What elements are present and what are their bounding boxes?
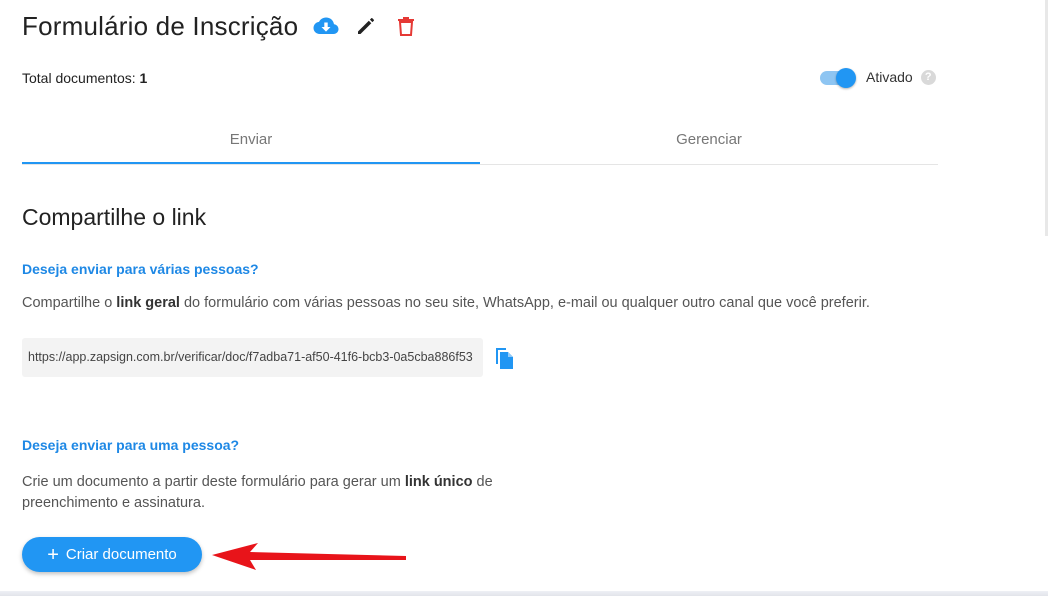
single-text-before: Crie um documento a partir deste formulá… xyxy=(22,474,405,490)
help-icon[interactable]: ? xyxy=(920,69,936,85)
page-title: Formulário de Inscrição xyxy=(22,10,299,41)
active-toggle[interactable] xyxy=(820,68,856,88)
total-documents-value: 1 xyxy=(139,70,148,86)
tab-enviar[interactable]: Enviar xyxy=(22,118,480,164)
status-toggle-group: Ativado ? xyxy=(820,68,936,88)
create-document-label: Criar documento xyxy=(65,546,177,563)
plus-icon: + xyxy=(47,543,59,566)
cloud-download-icon[interactable] xyxy=(312,12,340,40)
single-send-description: Crie um documento a partir deste formulá… xyxy=(22,472,552,514)
share-link-row: https://app.zapsign.com.br/verificar/doc… xyxy=(22,338,517,377)
tab-gerenciar[interactable]: Gerenciar xyxy=(480,118,938,164)
multi-text-before: Compartilhe o xyxy=(22,295,117,311)
page-header: Formulário de Inscrição xyxy=(22,6,432,46)
share-section-title: Compartilhe o link xyxy=(22,204,207,230)
total-documents-label: Total documentos: xyxy=(22,70,136,86)
multi-send-description: Compartilhe o link geral do formulário c… xyxy=(22,293,952,314)
single-text-bold: link único xyxy=(404,474,473,490)
multi-send-question: Deseja enviar para várias pessoas? xyxy=(22,261,259,277)
create-document-button[interactable]: + Criar documento xyxy=(22,537,202,572)
tabs-bar: Enviar Gerenciar xyxy=(22,118,938,165)
trash-icon[interactable] xyxy=(392,12,420,40)
copy-icon[interactable] xyxy=(491,345,517,371)
toggle-label: Ativado xyxy=(866,69,913,85)
multi-text-after: do formulário com várias pessoas no seu … xyxy=(179,295,870,311)
bottom-divider xyxy=(0,591,1048,596)
total-documents: Total documentos: 1 xyxy=(22,70,147,86)
share-link-field[interactable]: https://app.zapsign.com.br/verificar/doc… xyxy=(22,338,483,377)
form-page: Formulário de Inscrição Total documentos… xyxy=(0,0,1048,596)
single-send-question: Deseja enviar para uma pessoa? xyxy=(22,437,240,453)
multi-text-bold: link geral xyxy=(116,295,180,311)
toggle-thumb xyxy=(836,68,856,88)
pencil-icon[interactable] xyxy=(352,12,380,40)
annotation-arrow-icon xyxy=(212,543,406,570)
